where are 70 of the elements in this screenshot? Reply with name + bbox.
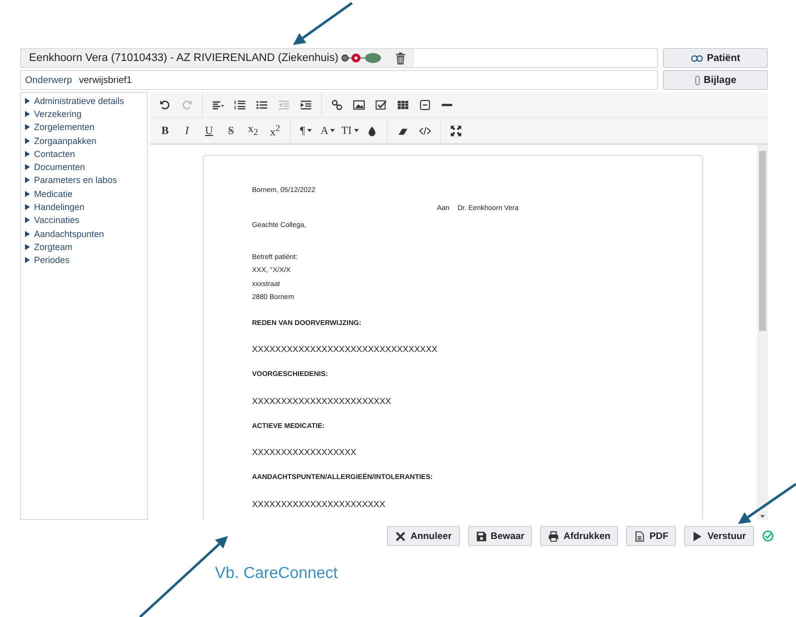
subject-field[interactable]: Onderwerp verwijsbrief1 [20, 70, 658, 90]
status-icons [341, 52, 384, 64]
patient-button[interactable]: Patiënt [663, 48, 768, 68]
underline-button[interactable]: U [198, 120, 220, 140]
subject-value: verwijsbrief1 [79, 74, 132, 86]
sidebar-item[interactable]: Verzekering [25, 107, 82, 121]
annotation-arrow [293, 2, 353, 45]
table-icon [397, 98, 409, 110]
undo-icon [159, 98, 171, 110]
caret-icon [306, 129, 312, 132]
link-icon [690, 54, 703, 62]
save-button[interactable]: Bewaar [468, 526, 532, 546]
placeholder-text: XXXXXXXXXXXXXXXXXXXXXXXXXXXXXXXX [252, 343, 438, 356]
code-icon [419, 124, 431, 136]
patient-name: Eenkhoorn Vera (71010433) - AZ RIVIERENLAND (Ziekenhuis) [29, 52, 338, 64]
sidebar-item[interactable]: Aandachtspunten [25, 226, 104, 240]
placeholder-text: XXXXXXXXXXXXXXXXXXXXXXXX [252, 394, 392, 408]
sidebar-item[interactable]: Zorgelementen [25, 120, 95, 134]
sidebar-item[interactable]: Zorgteam [25, 240, 73, 254]
send-button[interactable]: Verstuur [684, 526, 754, 546]
ordered-list-icon [234, 98, 246, 110]
sidebar-item[interactable]: Vaccinaties [25, 214, 80, 227]
patient-field[interactable]: Eenkhoorn Vera (71010433) - AZ RIVIERENLAND (Ziekenhuis) [20, 48, 658, 68]
format-dropdown[interactable]: TI [339, 120, 361, 140]
outdent-icon [278, 98, 290, 110]
printer-icon [548, 530, 560, 542]
italic-button[interactable]: I [176, 120, 198, 140]
format-dropdown[interactable]: A [317, 120, 339, 140]
sidebar-item[interactable]: Medicatie [25, 187, 73, 200]
scrollbar[interactable] [757, 145, 768, 520]
print-button[interactable]: Afdrukken [540, 526, 618, 546]
format-button[interactable]: x$_{2}$ [242, 120, 264, 140]
close-icon [395, 530, 406, 542]
sidebar-item[interactable]: Contacten [25, 147, 76, 160]
pdf-button[interactable]: PDF [626, 526, 676, 546]
collapse-icon [419, 98, 431, 110]
subject-label: Onderwerp [25, 74, 73, 86]
sidebar-item[interactable]: Parameters en labos [25, 174, 118, 188]
caret-icon [354, 129, 359, 132]
cancel-button[interactable]: Annuleer [387, 526, 460, 546]
scroll-down-icon[interactable] [760, 515, 765, 518]
image-icon [353, 98, 365, 110]
play-icon [692, 530, 704, 542]
paperclip-icon [694, 74, 700, 86]
sidebar-item[interactable]: Documenten [25, 160, 86, 174]
file-icon [634, 530, 646, 542]
bold-button[interactable]: B [154, 120, 176, 140]
checkbox-icon [375, 98, 387, 110]
sidebar-item[interactable]: Handelingen [25, 200, 85, 214]
placeholder-text: XXXXXXXXXXXXXXXXXXXXXXX [252, 498, 386, 510]
link-icon [331, 98, 343, 110]
fullscreen-icon [450, 124, 462, 136]
save-icon [476, 530, 487, 542]
check-icon [762, 530, 774, 542]
redo-icon [181, 98, 193, 110]
annotation-arrow [738, 482, 796, 524]
placeholder-text: XXXXXXXXXXXXXXXXXX [252, 446, 356, 459]
trash-icon[interactable] [395, 52, 406, 64]
sidebar-item[interactable]: Zorgaanpakken [25, 134, 97, 148]
sidebar-item[interactable]: Administratieve details [25, 94, 124, 108]
drop-icon [366, 124, 378, 136]
caret-icon [330, 129, 336, 132]
attachment-button[interactable]: Bijlage [663, 70, 768, 90]
caption: Vb. CareConnect [215, 565, 338, 582]
format-button[interactable]: x$^{2}$ [264, 120, 286, 140]
sidebar-item[interactable]: Periodes [25, 254, 70, 267]
indent-icon [300, 98, 312, 110]
align-icon [212, 98, 224, 110]
format-dropdown[interactable]: ¶ [295, 120, 317, 140]
bullet-list-icon [256, 98, 268, 110]
